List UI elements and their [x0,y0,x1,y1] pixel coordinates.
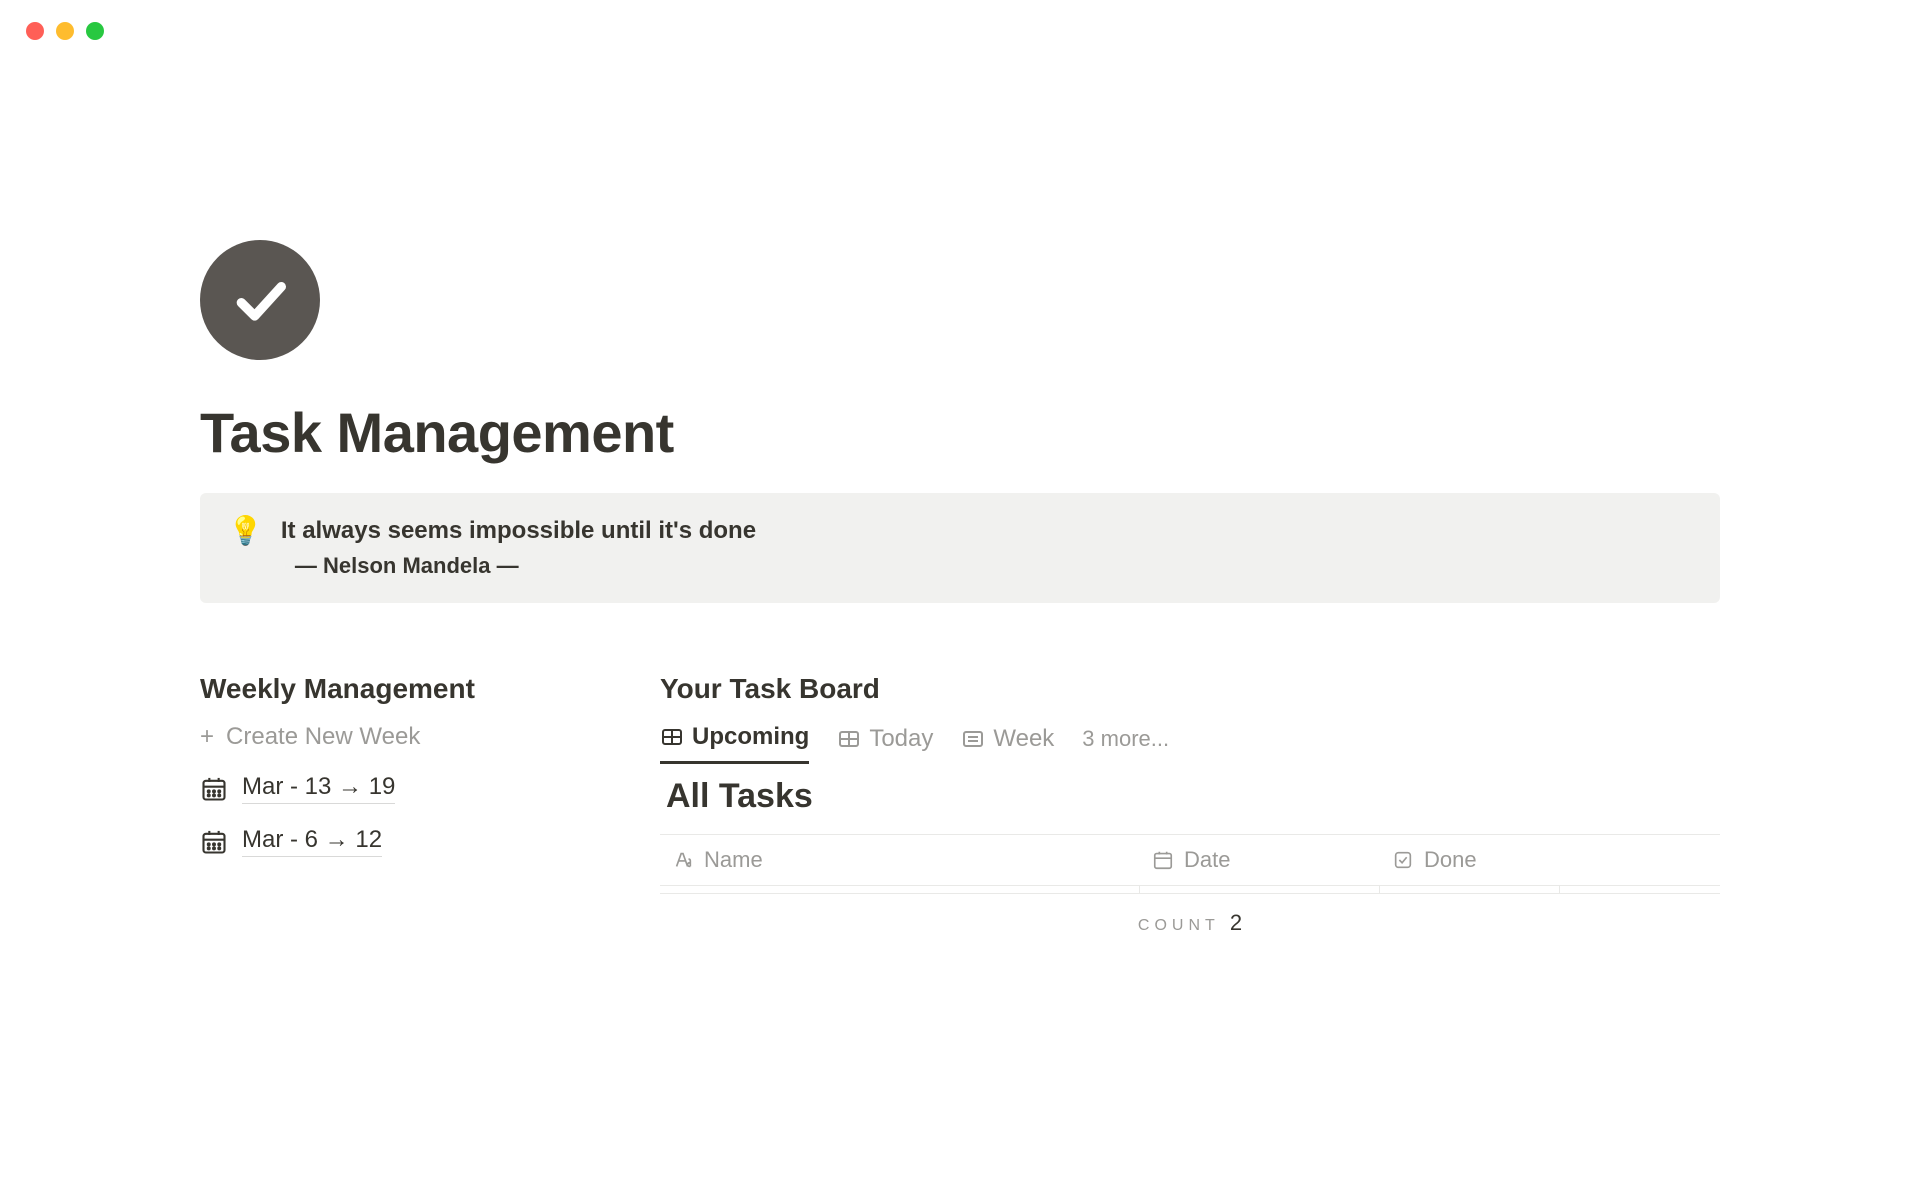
column-label: Name [704,847,763,873]
view-subtitle: All Tasks [666,777,1720,816]
weekly-section-title: Weekly Management [200,673,600,705]
more-views-button[interactable]: 3 more... [1082,726,1169,762]
tab-label: Today [869,725,933,753]
tab-label: Upcoming [692,723,809,751]
create-new-week-button[interactable]: + Create New Week [200,723,600,751]
calendar-icon [1152,849,1174,871]
count-value: 2 [1230,910,1242,936]
week-item[interactable]: Mar - 6 → 12 [200,826,600,857]
calendar-icon [200,828,228,856]
callout-attribution: — Nelson Mandela — [281,553,756,579]
column-header-name[interactable]: Name [660,847,1140,873]
table-row[interactable] [660,886,1720,894]
calendar-icon [200,775,228,803]
callout-body: It always seems impossible until it's do… [281,517,756,579]
tab-upcoming[interactable]: Upcoming [660,723,809,764]
window-close-button[interactable] [26,22,44,40]
table-header: Name Date [660,834,1720,886]
week-label: Mar - 13 → 19 [242,773,395,804]
window-controls [0,0,1920,40]
week-label: Mar - 6 → 12 [242,826,382,857]
tab-today[interactable]: Today [837,725,933,763]
callout-quote: It always seems impossible until it's do… [281,517,756,545]
lightbulb-icon: 💡 [228,517,263,579]
tab-week[interactable]: Week [961,725,1054,763]
view-tabs: Upcoming Today [660,723,1720,765]
table-icon [837,727,861,751]
table-icon [660,725,684,749]
create-week-label: Create New Week [226,723,420,751]
page-title[interactable]: Task Management [200,400,1720,465]
board-section-title: Your Task Board [660,673,1720,705]
column-label: Date [1184,847,1230,873]
list-icon [961,727,985,751]
tab-label: Week [993,725,1054,753]
window-minimize-button[interactable] [56,22,74,40]
column-label: Done [1424,847,1477,873]
week-item[interactable]: Mar - 13 → 19 [200,773,600,804]
column-header-done[interactable]: Done [1380,847,1560,873]
text-icon [672,849,694,871]
table-footer: COUNT 2 [660,894,1720,936]
checkbox-icon [1392,849,1414,871]
page-icon-checkmark[interactable] [200,240,320,360]
checkmark-icon [228,268,292,332]
plus-icon: + [200,723,214,751]
column-header-date[interactable]: Date [1140,847,1380,873]
window-maximize-button[interactable] [86,22,104,40]
count-label: COUNT [1138,917,1220,935]
callout-block[interactable]: 💡 It always seems impossible until it's … [200,493,1720,603]
